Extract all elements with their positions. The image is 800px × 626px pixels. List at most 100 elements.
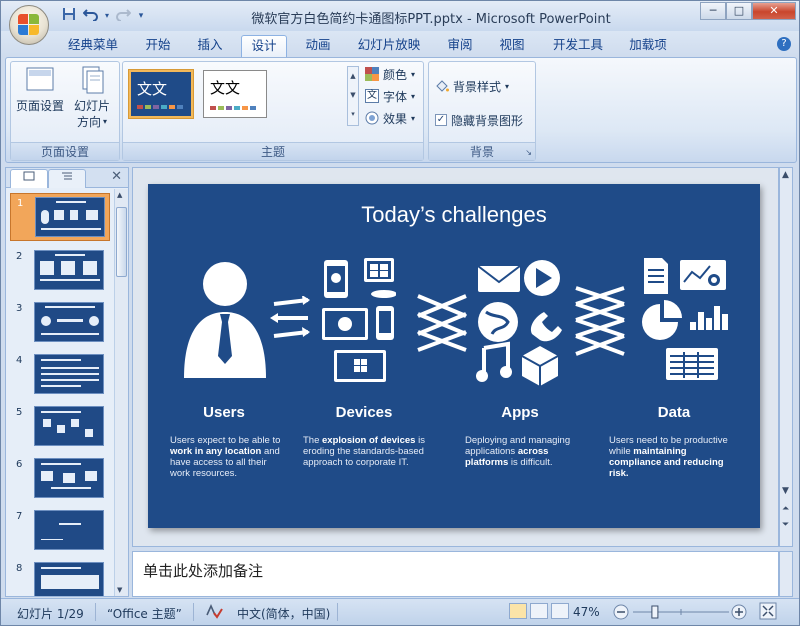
maximize-button[interactable]: □ xyxy=(726,2,752,20)
users-description: Users expect to be able to work in any l… xyxy=(170,435,288,479)
devices-icon xyxy=(322,258,396,382)
tab-slides[interactable] xyxy=(10,169,48,188)
ribbon: 页面设置 幻灯片 方向 ▾ 页面设置 文文 文文 ▲ ▼ ▾ 颜色 ▾ 文 字体… xyxy=(5,57,797,163)
page-setup-icon xyxy=(26,67,54,91)
slide-thumbnail-7[interactable]: 7 xyxy=(10,507,110,555)
slide-preview xyxy=(34,406,104,446)
chevron-down-icon: ▾ xyxy=(411,69,416,79)
scroll-up-icon[interactable]: ▲ xyxy=(782,170,789,180)
theme2-text: 文文 xyxy=(210,79,241,97)
devices-heading: Devices xyxy=(335,404,393,421)
devices-description: The explosion of devices is eroding the … xyxy=(303,435,433,468)
tab-review[interactable]: 审阅 xyxy=(441,35,479,57)
next-slide-icon[interactable]: ⏷ xyxy=(782,520,789,530)
normal-view-icon[interactable] xyxy=(509,603,527,619)
theme-thumbnail-current[interactable]: 文文 xyxy=(128,69,194,119)
theme-colors-button[interactable]: 颜色 ▾ xyxy=(365,64,415,84)
slide-scrollbar[interactable]: ▲ ▼ ⏶ ⏷ xyxy=(779,167,793,547)
powerpoint-window: ▾ ▾ 微软官方白色简约卡通图标PPT.pptx - Microsoft Pow… xyxy=(0,0,800,626)
previous-slide-icon[interactable]: ⏶ xyxy=(782,504,789,514)
scroll-up-icon[interactable]: ▲ xyxy=(117,191,122,199)
notes-pane[interactable]: 单击此处添加备注 xyxy=(132,551,779,597)
tab-home[interactable]: 开始 xyxy=(139,35,177,57)
tab-animations[interactable]: 动画 xyxy=(299,35,337,57)
slide-preview xyxy=(34,302,104,342)
slides-panel: ✕ 1 2 3 4 5 6 7 8 ▲ ▼ xyxy=(5,167,129,597)
data-icon xyxy=(642,258,728,380)
tab-insert[interactable]: 插入 xyxy=(191,35,229,57)
slide-thumbnail-1[interactable]: 1 xyxy=(10,193,110,241)
theme-gallery-scroll[interactable]: ▲ ▼ ▾ xyxy=(347,66,359,126)
slide-title[interactable]: Today’s challenges xyxy=(148,202,760,228)
tab-classic-menu[interactable]: 经典菜单 xyxy=(63,35,123,57)
slideshow-view-icon[interactable] xyxy=(551,603,569,619)
scroll-down-icon[interactable]: ▼ xyxy=(782,486,789,496)
users-heading: Users xyxy=(203,404,245,421)
theme-fonts-button[interactable]: 文 字体 ▾ xyxy=(365,86,415,106)
slide-preview xyxy=(34,354,104,394)
close-button[interactable]: ✕ xyxy=(752,2,796,20)
theme-thumbnail-office[interactable]: 文文 xyxy=(203,70,267,118)
slides-panel-scrollbar[interactable]: ▲ ▼ xyxy=(114,189,128,596)
fonts-icon: 文 xyxy=(365,89,379,103)
effects-label: 效果 xyxy=(383,111,408,126)
tab-design[interactable]: 设计 xyxy=(241,35,287,57)
zoom-slider[interactable] xyxy=(613,604,753,620)
close-panel-button[interactable]: ✕ xyxy=(111,169,122,184)
slide-number: 1 xyxy=(17,198,24,209)
page-setup-group-label: 页面设置 xyxy=(11,142,119,160)
slide-number: 6 xyxy=(16,459,23,470)
desc-text: Users expect to be able to xyxy=(170,435,281,446)
notes-scrollbar[interactable] xyxy=(779,551,793,597)
background-styles-button[interactable]: 背景样式 ▾ xyxy=(435,76,509,96)
slide-orientation-button[interactable]: 幻灯片 方向 ▾ xyxy=(67,66,117,130)
desc-text: is difficult. xyxy=(508,457,553,468)
background-styles-label: 背景样式 xyxy=(453,79,502,94)
orientation-label-row: 方向 ▾ xyxy=(67,114,117,130)
window-title: 微软官方白色简约卡通图标PPT.pptx - Microsoft PowerPo… xyxy=(251,12,611,27)
user-icon xyxy=(184,262,266,378)
dialog-launcher-icon[interactable]: ↘ xyxy=(525,148,532,157)
zoom-thumb[interactable] xyxy=(651,605,659,619)
slides-icon xyxy=(23,171,35,181)
desc-bold: explosion of devices xyxy=(322,435,416,446)
orientation-label-line2: 方向 xyxy=(76,115,101,129)
data-heading: Data xyxy=(657,404,691,421)
slide-thumbnail-6[interactable]: 6 xyxy=(10,455,110,503)
orientation-label-line1: 幻灯片 xyxy=(73,99,110,113)
notes-placeholder[interactable]: 单击此处添加备注 xyxy=(143,560,263,581)
hide-background-graphics-checkbox[interactable]: ✓ 隐藏背景图形 xyxy=(435,110,523,130)
slide-thumbnail-2[interactable]: 2 xyxy=(10,247,110,295)
slide-thumbnail-3[interactable]: 3 xyxy=(10,299,110,347)
slide-thumbnails: 1 2 3 4 5 6 7 8 xyxy=(6,189,114,596)
slide-number: 4 xyxy=(16,355,23,366)
slide-sorter-icon[interactable] xyxy=(530,603,548,619)
slide-thumbnail-4[interactable]: 4 xyxy=(10,351,110,399)
theme-effects-button[interactable]: 效果 ▾ xyxy=(365,108,415,128)
tab-view[interactable]: 视图 xyxy=(493,35,531,57)
zoom-level[interactable]: 47% xyxy=(573,605,600,619)
outline-icon xyxy=(62,172,72,180)
tab-addins[interactable]: 加载项 xyxy=(623,35,673,57)
language-indicator[interactable]: 中文(简体，中国) xyxy=(237,605,330,622)
scrollbar-thumb[interactable] xyxy=(116,207,127,277)
chevron-down-icon: ▾ xyxy=(411,113,416,123)
page-setup-group: 页面设置 幻灯片 方向 ▾ 页面设置 xyxy=(10,61,120,161)
spell-check-icon[interactable] xyxy=(205,603,223,622)
tab-outline[interactable] xyxy=(48,169,86,188)
slide-canvas[interactable]: Today’s challenges Users Devices Apps Da… xyxy=(148,184,760,528)
office-button[interactable] xyxy=(9,5,49,45)
slide-thumbnail-5[interactable]: 5 xyxy=(10,403,110,451)
help-icon[interactable]: ? xyxy=(777,37,791,51)
slide-thumbnail-8[interactable]: 8 xyxy=(10,559,110,596)
scroll-down-icon[interactable]: ▼ xyxy=(117,586,122,594)
minimize-button[interactable]: ─ xyxy=(700,2,726,20)
tab-developer[interactable]: 开发工具 xyxy=(547,35,609,57)
slide-number: 5 xyxy=(16,407,23,418)
status-bar: 幻灯片 1/29 “Office 主题” 中文(简体，中国) 47% xyxy=(1,598,799,625)
page-setup-button[interactable]: 页面设置 xyxy=(15,66,65,114)
data-description: Users need to be productive while mainta… xyxy=(609,435,739,479)
tab-slideshow[interactable]: 幻灯片放映 xyxy=(353,35,425,57)
fit-to-window-icon[interactable] xyxy=(759,602,777,623)
theme-name: “Office 主题” xyxy=(107,607,182,621)
